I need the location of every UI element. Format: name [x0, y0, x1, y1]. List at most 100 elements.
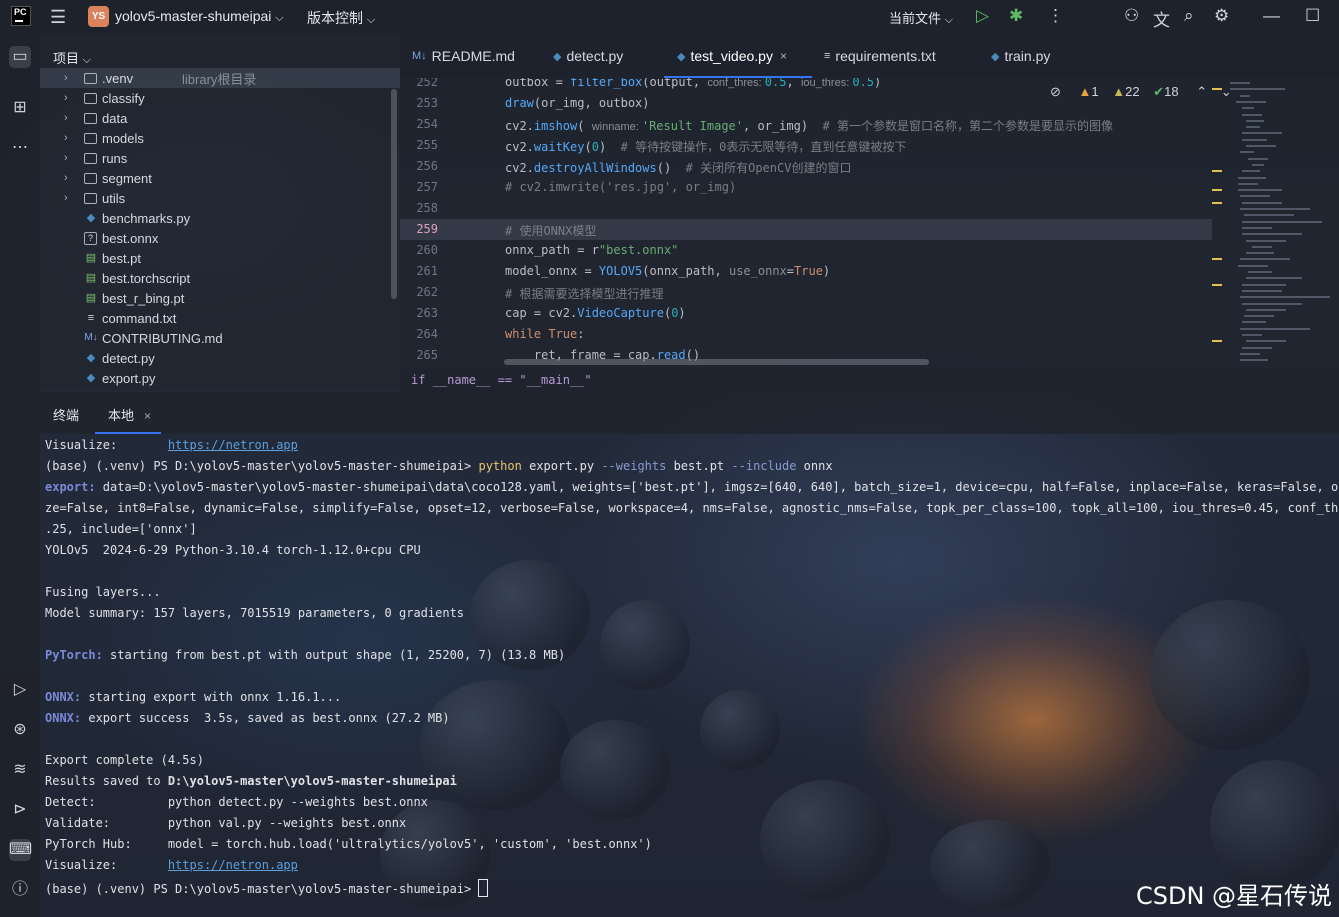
- hide-icon[interactable]: ⊘: [1050, 84, 1061, 99]
- minimap-line: [1246, 119, 1264, 122]
- tree-item[interactable]: ▤ best.torchscript: [40, 268, 400, 288]
- close-icon[interactable]: ×: [144, 409, 151, 423]
- run-icon[interactable]: ▷: [976, 6, 989, 26]
- tree-item[interactable]: › data: [40, 108, 400, 128]
- tree-item[interactable]: ? best.onnx: [40, 228, 400, 248]
- terminal-prompt[interactable]: (base) (.venv) PS D:\yolov5-master\yolov…: [45, 879, 489, 897]
- pycharm-logo[interactable]: PC: [11, 6, 31, 26]
- folder-icon: [84, 153, 97, 164]
- chevron-right-icon[interactable]: ›: [64, 192, 74, 204]
- tree-item[interactable]: › .venv library根目录: [40, 68, 400, 88]
- chevron-right-icon[interactable]: ›: [64, 132, 74, 144]
- minimap-line: [1240, 327, 1310, 330]
- run-tool-icon[interactable]: ▷: [9, 679, 31, 701]
- chevron-right-icon[interactable]: ›: [64, 112, 74, 124]
- project-header[interactable]: 项目 ⌵: [53, 48, 91, 67]
- project-folder-icon[interactable]: ▭: [9, 46, 31, 68]
- minimap-line: [1242, 220, 1322, 223]
- tree-item[interactable]: › utils: [40, 188, 400, 208]
- breadcrumb[interactable]: if __name__ == "__main__": [400, 368, 1339, 392]
- line-number: 255: [416, 138, 438, 152]
- tree-item[interactable]: ▤ best.pt: [40, 248, 400, 268]
- layers-icon[interactable]: ≋: [9, 759, 31, 781]
- tree-item[interactable]: › classify: [40, 88, 400, 108]
- tree-item[interactable]: ◆ export.py: [40, 368, 400, 388]
- code-line: 254 cv2.imshow( winname: 'Result Image', …: [400, 114, 1212, 135]
- minimap-line: [1238, 182, 1258, 185]
- terminal-icon[interactable]: ⌨: [9, 839, 32, 861]
- typo-count: 18: [1164, 84, 1179, 99]
- inspection-widget[interactable]: ⊘ ▲1 ▲22 ✔18 ⌃ ⌄: [1050, 84, 1232, 100]
- tree-item-annotation: library根目录: [182, 71, 257, 87]
- tab-train[interactable]: ◆ train.py: [991, 48, 1050, 64]
- terminal-line: .25, include=['onnx']: [45, 522, 197, 536]
- chevron-right-icon[interactable]: ›: [64, 172, 74, 184]
- chevron-right-icon[interactable]: ›: [64, 72, 74, 84]
- structure-icon[interactable]: ⊞: [9, 97, 31, 119]
- maximize-icon[interactable]: ☐: [1305, 6, 1320, 26]
- tab-requirements[interactable]: ≡ requirements.txt: [824, 48, 936, 64]
- tab-readme[interactable]: M↓ README.md: [412, 48, 515, 64]
- debug-icon[interactable]: ✱: [1009, 6, 1023, 26]
- code-minimap[interactable]: [1212, 78, 1339, 368]
- minimize-icon[interactable]: —: [1263, 6, 1280, 26]
- run-config-selector[interactable]: 当前文件 ⌵: [889, 8, 953, 27]
- code-line-current: 259 # 使用ONNX模型: [400, 219, 1212, 240]
- tree-item[interactable]: ◆ benchmarks.py: [40, 208, 400, 228]
- python-console-icon[interactable]: ⊛: [9, 719, 31, 741]
- project-switcher[interactable]: yolov5-master-shumeipai ⌵: [115, 8, 284, 25]
- binary-file-icon: ▤: [85, 252, 97, 264]
- chevron-up-icon[interactable]: ⌃: [1196, 84, 1207, 99]
- tree-item[interactable]: ◆ detect.py: [40, 348, 400, 368]
- tree-item[interactable]: › models: [40, 128, 400, 148]
- more-icon[interactable]: ⋮: [1047, 6, 1064, 26]
- code-text: cv2.destroyAllWindows() # 关闭所有OpenCV创建的窗…: [505, 161, 852, 175]
- add-user-icon[interactable]: ⚇: [1124, 6, 1139, 26]
- warning-icon: ▲: [1078, 84, 1092, 99]
- terminal-line: export: data=D:\yolov5-master\yolov5-mas…: [45, 480, 1339, 494]
- tree-item[interactable]: › segment: [40, 168, 400, 188]
- tree-item[interactable]: › runs: [40, 148, 400, 168]
- tree-item[interactable]: M↓ CONTRIBUTING.md: [40, 328, 400, 348]
- minimap-line: [1246, 239, 1286, 242]
- tree-item[interactable]: ≡ command.txt: [40, 308, 400, 328]
- tab-test-video[interactable]: ◆ test_video.py ×: [677, 48, 787, 64]
- terminal-line: Validate: python val.py --weights best.o…: [45, 816, 407, 830]
- line-number: 260: [416, 243, 438, 257]
- left-tool-strip: ▭ ⊞ ⋯ ▷ ⊛ ≋ ⊳ ⌨ ⓘ: [0, 34, 40, 917]
- main-menu-icon[interactable]: ☰: [50, 8, 66, 26]
- horizontal-scrollbar[interactable]: [504, 359, 929, 365]
- code-text: cap = cv2.VideoCapture(0): [505, 306, 686, 320]
- breadcrumb-item[interactable]: if __name__ == "__main__": [411, 373, 592, 387]
- more-tools-icon[interactable]: ⋯: [9, 137, 31, 159]
- chevron-right-icon[interactable]: ›: [64, 152, 74, 164]
- vcs-menu[interactable]: 版本控制 ⌵: [307, 8, 375, 28]
- minimap-line: [1242, 233, 1302, 236]
- code-editor[interactable]: 252 outbox = filter_box(output, conf_thre…: [400, 78, 1339, 368]
- minimap-line: [1240, 359, 1268, 362]
- tree-item[interactable]: ▤ best_r_bing.pt: [40, 288, 400, 308]
- project-badge[interactable]: YS: [88, 6, 109, 27]
- project-scrollbar[interactable]: [391, 89, 397, 299]
- netron-link[interactable]: https://netron.app: [168, 858, 298, 872]
- code-line: 264 while True:: [400, 324, 1212, 345]
- tab-label: README.md: [431, 48, 515, 64]
- problems-icon[interactable]: ⓘ: [9, 879, 31, 901]
- tab-detect[interactable]: ◆ detect.py: [553, 48, 623, 64]
- binary-file-icon: ▤: [85, 292, 97, 304]
- services-icon[interactable]: ⊳: [9, 799, 31, 821]
- terminal-output[interactable]: Visualize: https://netron.app (base) (.v…: [40, 434, 1339, 917]
- terminal-line: ze=False, int8=False, dynamic=False, sim…: [45, 501, 1339, 515]
- code-line: 257 # cv2.imwrite('res.jpg', or_img): [400, 177, 1212, 198]
- minimap-line: [1242, 138, 1267, 141]
- chevron-right-icon[interactable]: ›: [64, 92, 74, 104]
- netron-link[interactable]: https://netron.app: [168, 438, 298, 452]
- search-icon[interactable]: ⌕: [1184, 6, 1194, 26]
- settings-icon[interactable]: ⚙: [1214, 6, 1229, 26]
- project-panel: 项目 ⌵ › .venv library根目录 › classify › data › mode…: [40, 34, 400, 391]
- translate-icon[interactable]: 文: [1153, 6, 1170, 31]
- tab-local[interactable]: 本地 ×: [108, 405, 151, 424]
- code-text: # cv2.imwrite('res.jpg', or_img): [505, 180, 737, 194]
- code-text: onnx_path = r"best.onnx": [505, 243, 679, 257]
- close-icon[interactable]: ×: [780, 49, 787, 63]
